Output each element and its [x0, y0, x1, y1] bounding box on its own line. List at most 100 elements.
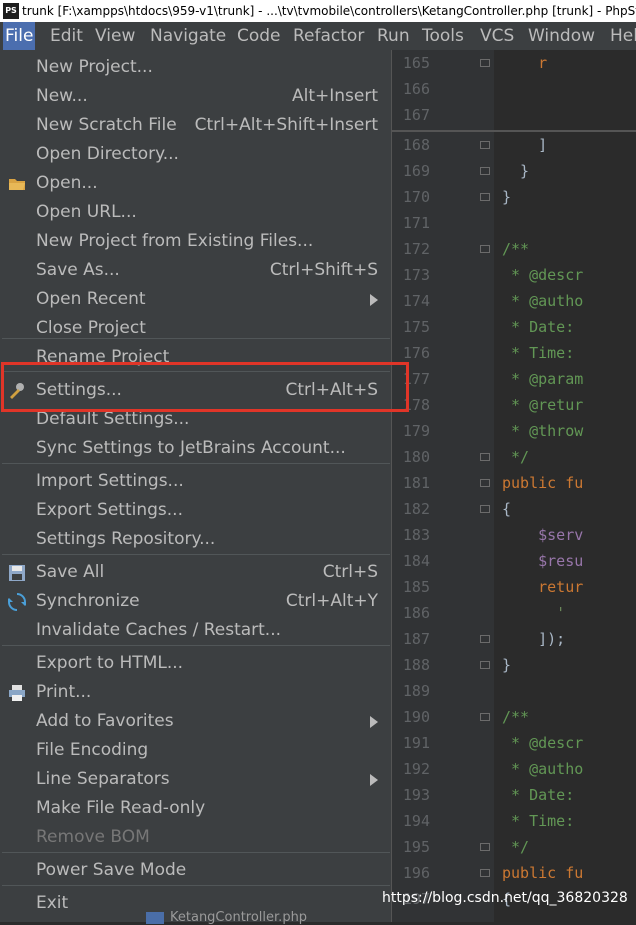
code-line: 193 * Date: [392, 782, 636, 808]
code-text: retur [502, 578, 584, 596]
print-icon [8, 684, 26, 702]
line-number: 170 [402, 188, 430, 206]
php-file-icon [146, 912, 164, 924]
line-number: 188 [402, 656, 430, 674]
code-text: public fu [502, 864, 584, 882]
menubar-edit[interactable]: Edit [48, 22, 85, 50]
code-line: 194 * Time: [392, 808, 636, 834]
menu-item-open[interactable]: Open... [0, 169, 392, 198]
menu-item-line-separators[interactable]: Line Separators [0, 765, 392, 794]
save-icon [8, 564, 26, 582]
file-menu-dropdown: New Project... New... Alt+Insert New Scratc… [0, 50, 392, 922]
menubar-refactor[interactable]: Refactor [291, 22, 366, 50]
menu-separator [2, 645, 390, 646]
code-line: 185 retur [392, 574, 636, 600]
fold-marker-icon[interactable] [480, 453, 490, 461]
code-line: 184 $resu [392, 548, 636, 574]
menu-item-import-settings[interactable]: Import Settings... [0, 467, 392, 496]
menu-item-export-settings[interactable]: Export Settings... [0, 496, 392, 525]
fold-marker-icon[interactable] [480, 661, 490, 669]
menu-item-label: Save As... [36, 260, 120, 280]
code-line: 181 public fu [392, 470, 636, 496]
fold-marker-icon[interactable] [480, 869, 490, 877]
fold-marker-icon[interactable] [480, 193, 490, 201]
menubar-help[interactable]: Help [608, 22, 636, 50]
menu-item-label: Print... [36, 682, 92, 702]
window-titlebar: PS trunk [F:\xampps\htdocs\959-v1\trunk]… [0, 0, 636, 22]
line-number: 169 [402, 162, 430, 180]
fold-marker-icon[interactable] [480, 635, 490, 643]
code-line: 179 * @throw [392, 418, 636, 444]
folder-icon [8, 175, 26, 193]
menu-item-save-as[interactable]: Save As... Ctrl+Shift+S [0, 256, 392, 285]
menu-item-sync-settings-to-jetbrains-account[interactable]: Sync Settings to JetBrains Account... [0, 434, 392, 463]
menu-bar: File Edit View Navigate Code Refactor Run Tools… [0, 22, 636, 50]
menu-item-open-directory[interactable]: Open Directory... [0, 140, 392, 169]
code-editor[interactable]: 165 r 166 167 168 ] 169 } 170} 171 172/** 173 * … [392, 50, 636, 922]
menu-item-make-file-read-only[interactable]: Make File Read-only [0, 794, 392, 823]
code-line: 169 } [392, 158, 636, 184]
fold-marker-icon[interactable] [480, 245, 490, 253]
menubar-window[interactable]: Window [526, 22, 597, 50]
menu-item-power-save-mode[interactable]: Power Save Mode [0, 856, 392, 885]
code-line: 195 */ [392, 834, 636, 860]
code-line: 175 * Date: [392, 314, 636, 340]
menu-item-label: Add to Favorites [36, 711, 174, 731]
editor-tab-label[interactable]: KetangController.php [170, 910, 307, 925]
menu-item-new-project-from-existing-files[interactable]: New Project from Existing Files... [0, 227, 392, 256]
line-number: 189 [402, 682, 430, 700]
code-text: r [502, 54, 548, 72]
submenu-arrow-icon [370, 294, 378, 306]
menu-item-export-to-html[interactable]: Export to HTML... [0, 649, 392, 678]
menu-item-new-project[interactable]: New Project... [0, 53, 392, 82]
code-line: 191 * @descr [392, 730, 636, 756]
menu-item-add-to-favorites[interactable]: Add to Favorites [0, 707, 392, 736]
line-number: 174 [402, 292, 430, 310]
fold-marker-icon[interactable] [480, 167, 490, 175]
menu-item-invalidate-caches-restart[interactable]: Invalidate Caches / Restart... [0, 616, 392, 645]
line-number: 186 [402, 604, 430, 622]
fold-marker-icon[interactable] [480, 141, 490, 149]
menu-separator [2, 554, 390, 555]
menubar-code[interactable]: Code [235, 22, 283, 50]
fold-marker-icon[interactable] [480, 843, 490, 851]
fold-marker-icon[interactable] [480, 59, 490, 67]
menu-item-open-recent[interactable]: Open Recent [0, 285, 392, 314]
menu-item-settings-repository[interactable]: Settings Repository... [0, 525, 392, 554]
line-number: 190 [402, 708, 430, 726]
menubar-navigate[interactable]: Navigate [148, 22, 228, 50]
code-line: 177 * @param [392, 366, 636, 392]
menu-item-label: New Scratch File [36, 115, 177, 135]
menu-item-label: Sync Settings to JetBrains Account... [36, 438, 346, 458]
menu-item-label: Invalidate Caches / Restart... [36, 620, 282, 640]
menubar-tools[interactable]: Tools [420, 22, 466, 50]
fold-marker-icon[interactable] [480, 505, 490, 513]
menubar-file[interactable]: File [3, 22, 36, 50]
line-number: 185 [402, 578, 430, 596]
menu-item-file-encoding[interactable]: File Encoding [0, 736, 392, 765]
menu-item-label: Open... [36, 173, 98, 193]
menu-item-save-all[interactable]: Save All Ctrl+S [0, 558, 392, 587]
code-line: 187 ]); [392, 626, 636, 652]
line-number: 194 [402, 812, 430, 830]
menu-item-new-scratch-file[interactable]: New Scratch File Ctrl+Alt+Shift+Insert [0, 111, 392, 140]
fold-marker-icon[interactable] [480, 479, 490, 487]
fold-marker-icon[interactable] [480, 713, 490, 721]
menubar-view[interactable]: View [93, 22, 137, 50]
code-line: 196 public fu [392, 860, 636, 886]
code-text: } [502, 656, 512, 674]
code-text: ]); [502, 630, 566, 648]
sync-icon [5, 593, 29, 611]
line-number: 191 [402, 734, 430, 752]
menubar-vcs[interactable]: VCS [478, 22, 516, 50]
watermark-text: https://blog.csdn.net/qq_36820328 [382, 890, 628, 906]
menu-item-open-url[interactable]: Open URL... [0, 198, 392, 227]
code-line: 192 * @autho [392, 756, 636, 782]
menu-item-new[interactable]: New... Alt+Insert [0, 82, 392, 111]
menu-item-synchronize[interactable]: Synchronize Ctrl+Alt+Y [0, 587, 392, 616]
code-text: * Time: [502, 812, 575, 830]
code-text: /** [502, 240, 530, 258]
menu-item-print[interactable]: Print... [0, 678, 392, 707]
menubar-run[interactable]: Run [375, 22, 412, 50]
code-text: * @throw [502, 422, 584, 440]
